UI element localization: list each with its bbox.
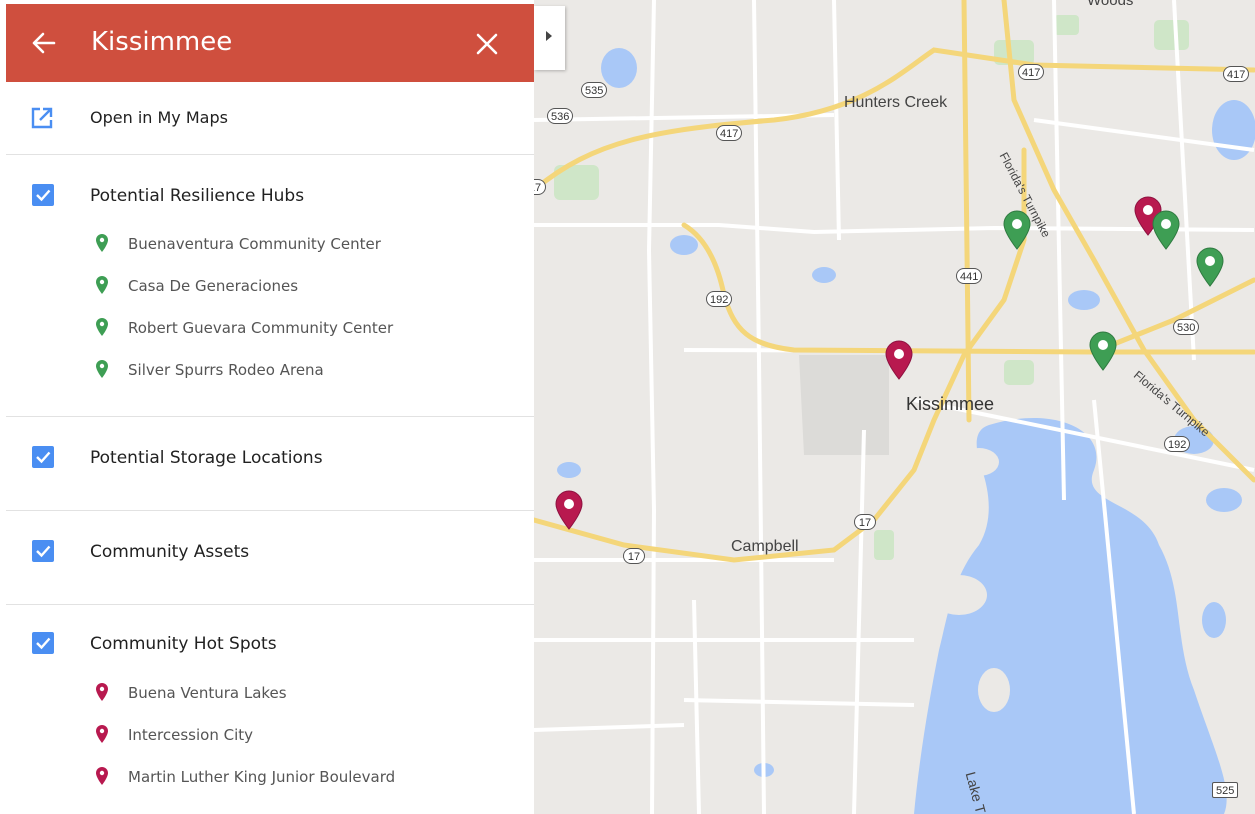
list-item[interactable]: Silver Spurrs Rodeo Arena	[0, 351, 534, 391]
layer-title: Community Assets	[90, 542, 250, 562]
green-marker-icon	[96, 276, 108, 294]
list-item-label: Buenaventura Community Center	[128, 235, 381, 253]
route-shield: 536	[547, 108, 574, 124]
green-marker-icon[interactable]	[1003, 210, 1031, 250]
place-label: Campbell	[731, 538, 799, 555]
list-item[interactable]: Buena Ventura Lakes	[0, 674, 534, 714]
collapse-panel-button[interactable]	[534, 6, 565, 70]
route-shield: 417	[716, 125, 743, 141]
crimson-marker-icon	[96, 683, 108, 701]
layer-community-assets: Community Assets	[0, 511, 534, 603]
place-label: Kissimmee	[906, 394, 995, 414]
checkmark-icon	[36, 637, 51, 650]
layer-checkbox[interactable]	[32, 446, 54, 468]
place-label: Woods	[1087, 0, 1134, 9]
crimson-marker-icon	[96, 767, 108, 785]
open-in-mymaps-link[interactable]: Open in My Maps	[0, 84, 534, 154]
list-item-label: Casa De Generaciones	[128, 277, 299, 295]
layer-community-hot-spots: Community Hot Spots Buena Ventura Lakes …	[0, 605, 534, 814]
green-marker-icon[interactable]	[1152, 210, 1180, 250]
layer-checkbox[interactable]	[32, 184, 54, 206]
page-title: Kissimmee	[91, 27, 233, 57]
list-item[interactable]: Robert Guevara Community Center	[0, 309, 534, 349]
layer-resilience-hubs: Potential Resilience Hubs Buenaventura C…	[0, 155, 534, 415]
place-label: Hunters Creek	[844, 94, 948, 111]
list-item[interactable]: Casa De Generaciones	[0, 267, 534, 307]
lake-tohopekaliga	[914, 417, 1227, 814]
layer-checkbox[interactable]	[32, 632, 54, 654]
crimson-marker-icon	[96, 725, 108, 743]
list-item[interactable]: Buenaventura Community Center	[0, 225, 534, 265]
list-item-label: Martin Luther King Junior Boulevard	[128, 768, 396, 786]
list-item-label: Buena Ventura Lakes	[128, 684, 287, 702]
map-base	[534, 0, 1255, 814]
route-shield: 530	[1173, 319, 1200, 335]
crimson-marker-icon[interactable]	[555, 490, 583, 530]
list-item[interactable]: Intercession City	[0, 716, 534, 756]
caret-left-icon	[546, 31, 552, 41]
route-shield: 17	[623, 548, 645, 564]
route-shield: 192	[1164, 436, 1191, 452]
green-marker-icon[interactable]	[1089, 331, 1117, 371]
green-marker-icon	[96, 318, 108, 336]
route-shield: 525	[1212, 782, 1239, 798]
open-external-icon	[31, 107, 53, 129]
open-in-mymaps-label: Open in My Maps	[90, 108, 228, 127]
route-shield: 417	[1223, 66, 1250, 82]
list-item[interactable]: Martin Luther King Junior Boulevard	[0, 758, 534, 798]
layer-title: Community Hot Spots	[90, 634, 277, 654]
green-marker-icon	[96, 234, 108, 252]
layer-title: Potential Storage Locations	[90, 448, 323, 468]
list-item-label: Intercession City	[128, 726, 254, 744]
list-item-label: Robert Guevara Community Center	[128, 319, 394, 337]
close-icon[interactable]	[472, 26, 502, 60]
map-canvas[interactable]: Woods Hunters Creek Kissimmee Campbell F…	[534, 0, 1255, 814]
route-shield: 535	[581, 82, 608, 98]
route-shield: 192	[706, 291, 733, 307]
checkmark-icon	[36, 545, 51, 558]
route-shield: 417	[1018, 64, 1045, 80]
crimson-marker-icon[interactable]	[885, 340, 913, 380]
green-marker-icon[interactable]	[1196, 247, 1224, 287]
back-arrow-icon[interactable]	[30, 26, 56, 60]
layer-title: Potential Resilience Hubs	[90, 186, 305, 206]
route-shield: 441	[956, 268, 983, 284]
panel-header: Kissimmee	[6, 4, 534, 82]
layer-checkbox[interactable]	[32, 540, 54, 562]
route-shield: 17	[854, 514, 876, 530]
list-item-label: Silver Spurrs Rodeo Arena	[128, 361, 324, 379]
side-panel: Kissimmee Open in My Maps Potential Resi…	[0, 0, 534, 814]
layer-storage-locations: Potential Storage Locations	[0, 417, 534, 509]
checkmark-icon	[36, 189, 51, 202]
checkmark-icon	[36, 451, 51, 464]
green-marker-icon	[96, 360, 108, 378]
